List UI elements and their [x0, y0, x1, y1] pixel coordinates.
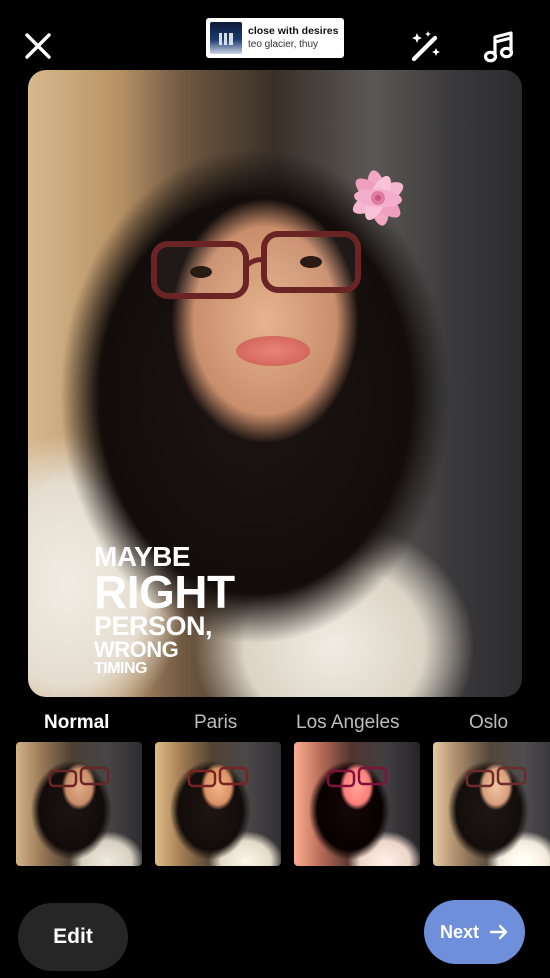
filter-thumbnail-los-angeles[interactable]: [294, 742, 420, 866]
filter-tabs: Normal Paris Los Angeles Oslo: [0, 708, 550, 738]
next-button[interactable]: Next: [424, 900, 525, 964]
filter-thumbnail-normal[interactable]: [16, 742, 142, 866]
top-bar: close with desires teo glacier, thuy: [0, 0, 550, 70]
close-button[interactable]: [16, 24, 60, 68]
edit-button[interactable]: Edit: [18, 903, 128, 971]
music-sticker[interactable]: close with desires teo glacier, thuy: [206, 18, 344, 58]
flower-sticker: [352, 170, 404, 226]
filter-tab-normal[interactable]: Normal: [44, 712, 109, 734]
arrow-right-icon: [489, 924, 508, 940]
photo-preview[interactable]: MAYBE RIGHT PERSON, WRONG TIMING: [28, 70, 522, 697]
effects-button[interactable]: [404, 24, 448, 68]
glasses-shape: [48, 766, 110, 788]
edit-button-label: Edit: [53, 925, 93, 948]
close-icon: [25, 33, 51, 59]
text-sticker-line: WRONG: [94, 636, 179, 662]
music-button[interactable]: [478, 24, 522, 68]
track-title: close with desires: [248, 24, 339, 37]
filter-tab-los-angeles[interactable]: Los Angeles: [296, 712, 400, 734]
glasses-shape: [187, 766, 249, 788]
track-artist: teo glacier, thuy: [248, 39, 319, 51]
glasses-shape: [465, 766, 527, 788]
text-sticker[interactable]: MAYBE RIGHT PERSON, WRONG TIMING: [94, 543, 235, 677]
text-sticker-line: RIGHT: [94, 565, 235, 618]
photo-lips: [236, 336, 310, 366]
text-sticker-line: TIMING: [94, 659, 147, 677]
track-info: close with desires teo glacier, thuy: [248, 24, 339, 51]
music-note-icon: [483, 31, 514, 63]
magic-wand-icon: [411, 31, 440, 62]
filter-thumbnail-paris[interactable]: [155, 742, 281, 866]
filter-tab-oslo[interactable]: Oslo: [469, 712, 508, 734]
album-cover: [210, 22, 242, 54]
glasses-shape: [326, 766, 388, 788]
filter-thumbnails: [0, 742, 550, 866]
next-button-label: Next: [439, 921, 479, 942]
filter-thumbnail-oslo[interactable]: [433, 742, 550, 866]
filter-tab-paris[interactable]: Paris: [194, 712, 237, 734]
